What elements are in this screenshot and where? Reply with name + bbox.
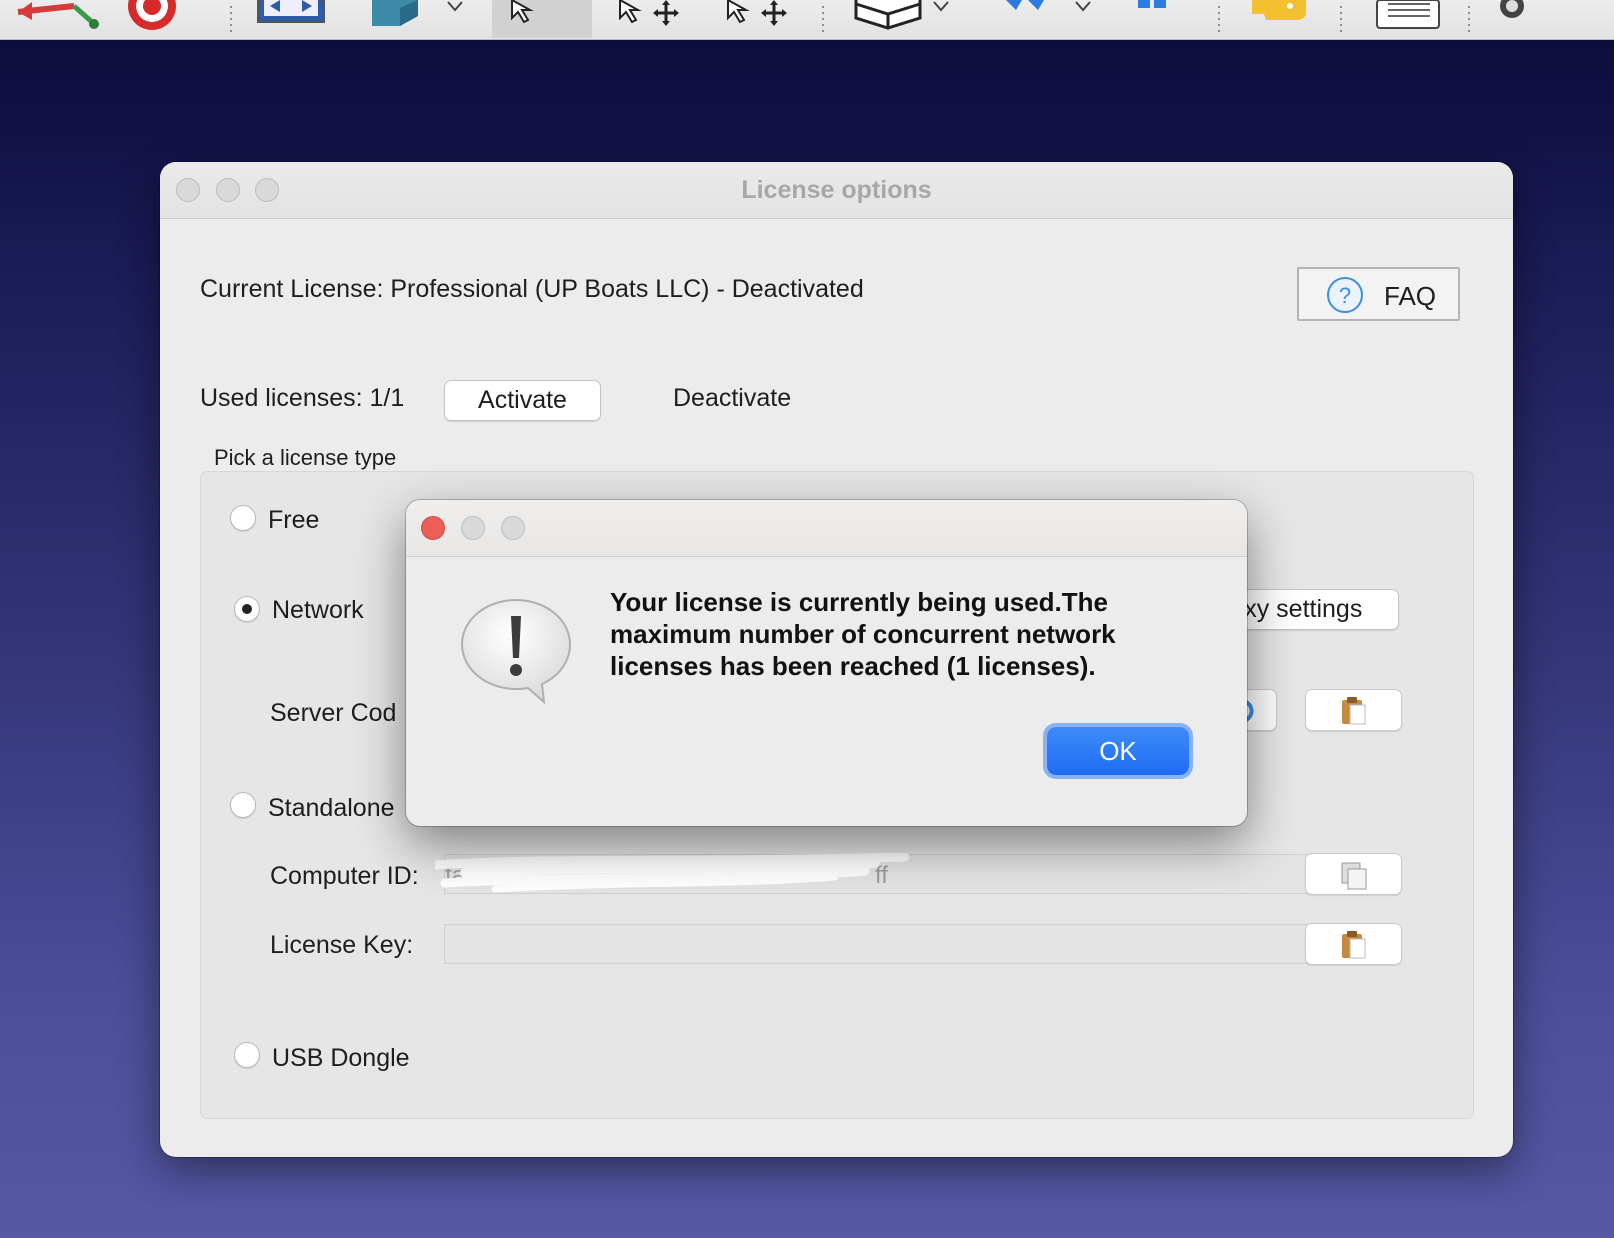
radio-standalone-label: Standalone xyxy=(268,794,395,822)
target-icon[interactable] xyxy=(124,0,180,39)
cube-view-icon[interactable] xyxy=(368,0,468,39)
license-alert-dialog: Your license is currently being used.The… xyxy=(406,500,1247,826)
help-icon: ? xyxy=(1326,276,1364,319)
move-cursor-icon[interactable] xyxy=(614,0,690,39)
paste-server-code-button[interactable] xyxy=(1305,689,1402,731)
dialog-minimize-button[interactable] xyxy=(461,516,485,540)
dialog-zoom-button[interactable] xyxy=(501,516,525,540)
activate-button[interactable]: Activate xyxy=(444,380,601,421)
radio-network[interactable] xyxy=(234,596,260,622)
computer-id-field[interactable]: fa ff xyxy=(435,853,1309,894)
faq-label: FAQ xyxy=(1384,281,1437,311)
current-license-text: Current License: Professional (UP Boats … xyxy=(200,275,864,303)
used-licenses-text: Used licenses: 1/1 xyxy=(200,384,405,412)
blue-arrow-icon[interactable] xyxy=(1002,0,1098,39)
dialog-close-button[interactable] xyxy=(421,516,445,540)
grid-icon[interactable] xyxy=(1134,0,1174,39)
license-key-label: License Key: xyxy=(270,931,414,959)
dialog-title-bar xyxy=(406,500,1247,557)
exclamation-bubble-icon xyxy=(458,598,576,713)
radio-standalone[interactable] xyxy=(230,792,256,818)
report-icon[interactable] xyxy=(1374,0,1444,39)
main-toolbar xyxy=(0,0,1614,40)
clipboard-icon xyxy=(1342,931,1366,959)
copy-computer-id-button[interactable] xyxy=(1305,853,1402,895)
python-icon[interactable] xyxy=(1246,0,1316,39)
alert-message: Your license is currently being used.The… xyxy=(610,587,1116,681)
radio-usb-dongle[interactable] xyxy=(234,1042,260,1068)
measure-arrow-icon[interactable] xyxy=(14,0,100,39)
copy-icon xyxy=(1341,862,1367,890)
faq-button[interactable]: ? FAQ xyxy=(1297,267,1460,321)
paste-license-key-button[interactable] xyxy=(1305,923,1402,965)
license-type-group-title: Pick a license type xyxy=(214,445,397,470)
redaction-scribble xyxy=(435,853,910,893)
fit-view-icon[interactable] xyxy=(256,0,326,39)
license-key-field[interactable] xyxy=(444,924,1309,964)
ok-button[interactable]: OK xyxy=(1047,727,1189,775)
svg-text:?: ? xyxy=(1339,283,1351,308)
radio-free-label: Free xyxy=(268,506,320,534)
gear-icon[interactable] xyxy=(1494,0,1534,39)
move-cursor-2-icon[interactable] xyxy=(722,0,798,39)
clipboard-icon xyxy=(1342,697,1366,725)
computer-id-label: Computer ID: xyxy=(270,862,419,890)
deactivate-button[interactable]: Deactivate xyxy=(673,384,791,413)
box-view-icon[interactable] xyxy=(852,0,952,39)
select-cursor-icon[interactable] xyxy=(506,0,546,39)
server-code-label: Server Cod xyxy=(270,699,397,727)
window-title-bar: License options xyxy=(160,162,1513,219)
radio-network-label: Network xyxy=(272,596,364,624)
window-title: License options xyxy=(741,176,932,204)
radio-free[interactable] xyxy=(230,505,256,531)
radio-usb-dongle-label: USB Dongle xyxy=(272,1044,410,1072)
